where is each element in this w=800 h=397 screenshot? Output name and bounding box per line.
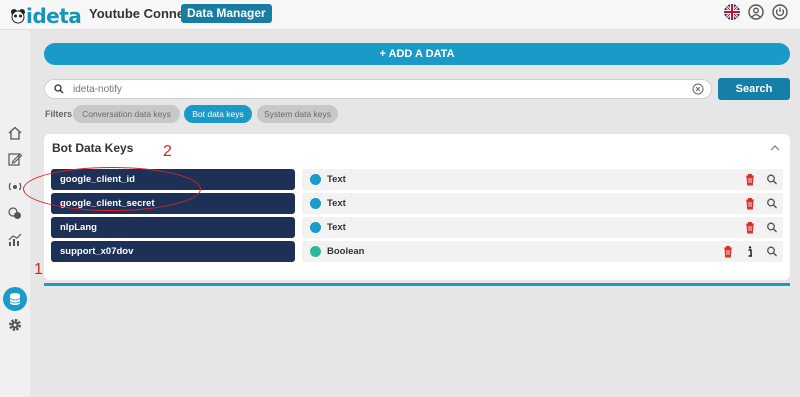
panda-icon (11, 9, 25, 24)
search-icon[interactable] (766, 197, 778, 210)
ideta-logo[interactable]: ideta (10, 3, 82, 28)
data-type-label: Text (327, 174, 346, 185)
type-dot (310, 174, 321, 185)
add-data-button[interactable]: + ADD A DATA (44, 43, 790, 65)
data-key-name[interactable]: nlpLang (51, 217, 295, 238)
search-icon (54, 84, 64, 94)
conversations-icon[interactable] (7, 205, 23, 221)
info-icon[interactable] (744, 245, 756, 258)
filters-label: Filters (45, 109, 73, 119)
search-icon[interactable] (766, 221, 778, 234)
trash-icon[interactable] (744, 221, 756, 234)
data-type-label: Text (327, 198, 346, 209)
header-actions (724, 4, 788, 20)
settings-icon[interactable] (7, 317, 23, 333)
data-type-cell: Text (302, 217, 783, 238)
data-type-label: Boolean (327, 246, 365, 257)
search-icon[interactable] (766, 173, 778, 186)
search-box (44, 79, 712, 99)
table-row: support_x07dov Boolean (51, 241, 783, 262)
annotation-number-1: 1 (34, 261, 43, 278)
data-key-name[interactable]: support_x07dov (51, 241, 295, 262)
edit-icon[interactable] (7, 151, 23, 167)
analytics-icon[interactable] (7, 232, 23, 248)
data-type-cell: Text (302, 193, 783, 214)
type-dot (310, 198, 321, 209)
broadcast-icon[interactable] (7, 178, 23, 194)
bot-name: Youtube Connect (89, 6, 196, 21)
data-type-label: Text (327, 222, 346, 233)
trash-icon[interactable] (722, 245, 734, 258)
annotation-ellipse (23, 167, 201, 211)
clear-search-icon[interactable] (692, 83, 704, 95)
user-account-icon[interactable] (748, 4, 764, 20)
top-bar: ideta Youtube Connect Data Manager (0, 0, 800, 30)
filter-conversation-data-keys[interactable]: Conversation data keys (73, 105, 180, 123)
trash-icon[interactable] (744, 173, 756, 186)
panel-bottom-accent (44, 283, 790, 286)
uk-flag-icon[interactable] (724, 4, 740, 20)
chevron-up-icon[interactable] (770, 143, 780, 153)
home-icon[interactable] (7, 125, 23, 141)
power-icon[interactable] (772, 4, 788, 20)
type-dot (310, 222, 321, 233)
search-icon[interactable] (766, 245, 778, 258)
sidebar (0, 30, 30, 397)
annotation-number-2: 2 (163, 143, 172, 160)
data-type-cell: Boolean (302, 241, 783, 262)
page-title-badge: Data Manager (181, 4, 272, 23)
panel-title: Bot Data Keys (52, 141, 134, 155)
database-icon[interactable] (7, 291, 23, 307)
logo-text: ideta (26, 4, 82, 28)
search-button[interactable]: Search (718, 78, 790, 100)
filter-system-data-keys[interactable]: System data keys (257, 105, 338, 123)
filter-bot-data-keys[interactable]: Bot data keys (184, 105, 252, 123)
table-row: nlpLang Text (51, 217, 783, 238)
search-input[interactable] (73, 82, 673, 96)
data-type-cell: Text (302, 169, 783, 190)
trash-icon[interactable] (744, 197, 756, 210)
type-dot (310, 246, 321, 257)
